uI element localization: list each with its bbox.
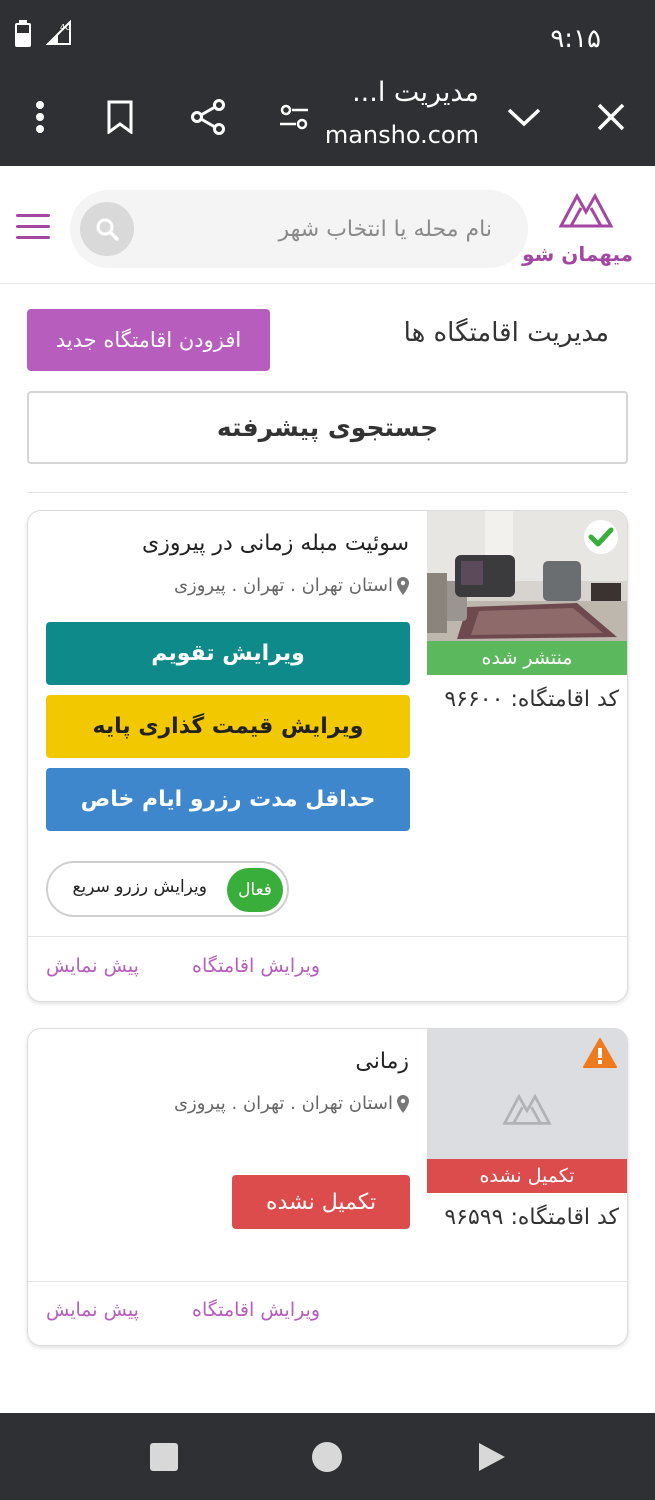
listing-code: کد اقامتگاه: ۹۶۶۰۰	[444, 687, 619, 712]
edit-calendar-button[interactable]: ویرایش تقویم	[46, 622, 410, 685]
listing-card: منتشر شده کد اقامتگاه: ۹۶۶۰۰ سوئیت مبله …	[27, 510, 628, 1002]
toggle-state[interactable]: فعال	[227, 868, 283, 912]
card-footer-divider	[28, 1281, 627, 1282]
menu-button[interactable]	[16, 214, 52, 242]
back-icon[interactable]	[475, 1441, 507, 1473]
published-check-icon	[584, 520, 618, 554]
code-label: کد اقامتگاه:	[510, 687, 619, 712]
listing-title[interactable]: سوئیت مبله زمانی در پیروزی	[142, 531, 409, 556]
home-icon[interactable]	[311, 1441, 343, 1473]
page-title-tab: مدیریت ا...	[352, 77, 479, 108]
edit-listing-link[interactable]: ویرایش اقامتگاه	[192, 1299, 320, 1321]
listing-location: استان تهران . تهران . پیروزی	[174, 575, 409, 596]
toggle-label: ویرایش رزرو سریع	[72, 877, 208, 897]
share-icon[interactable]	[186, 95, 230, 139]
edit-listing-link[interactable]: ویرایش اقامتگاه	[192, 955, 320, 977]
quick-reserve-toggle[interactable]: فعال ویرایش رزرو سریع	[46, 861, 289, 917]
page-heading: مدیریت اقامتگاه ها	[403, 318, 609, 348]
more-vertical-icon[interactable]	[18, 95, 62, 139]
chevron-down-icon[interactable]	[502, 95, 546, 139]
min-stay-button[interactable]: حداقل مدت رزرو ایام خاص	[46, 768, 410, 831]
listing-location: استان تهران . تهران . پیروزی	[174, 1093, 409, 1114]
code-value: ۹۶۵۹۹	[444, 1205, 504, 1230]
status-badge: منتشر شده	[427, 641, 627, 675]
code-label: کد اقامتگاه:	[510, 1205, 619, 1230]
listing-card: تکمیل نشده کد اقامتگاه: ۹۶۵۹۹ زمانی استا…	[27, 1028, 628, 1346]
url-display[interactable]: mansho.com	[325, 121, 479, 149]
warning-icon	[583, 1038, 617, 1068]
bookmark-icon[interactable]	[98, 95, 142, 139]
location-pin-icon	[397, 1094, 409, 1113]
status-bar: 4G ۹:۱۵	[0, 0, 655, 75]
location-pin-icon	[397, 576, 409, 595]
logo-mark-icon	[558, 192, 614, 228]
listing-photo-placeholder[interactable]	[427, 1029, 627, 1159]
search-input[interactable]	[162, 208, 492, 250]
location-text: استان تهران . تهران . پیروزی	[173, 575, 393, 596]
status-badge: تکمیل نشده	[427, 1159, 627, 1193]
network-type: 4G	[60, 23, 71, 32]
search-icon	[96, 218, 119, 241]
browser-toolbar: مدیریت ا... mansho.com	[0, 75, 655, 166]
listing-photo[interactable]	[427, 511, 627, 641]
search-box	[70, 190, 528, 268]
divider	[27, 492, 628, 493]
add-listing-button[interactable]: افزودن اقامتگاه جدید	[27, 309, 270, 371]
recents-icon[interactable]	[148, 1441, 180, 1473]
listing-code: کد اقامتگاه: ۹۶۵۹۹	[444, 1205, 619, 1230]
card-footer-divider	[28, 936, 627, 937]
page-settings-icon[interactable]	[272, 95, 316, 139]
clock: ۹:۱۵	[550, 24, 601, 54]
placeholder-logo-icon	[502, 1093, 552, 1125]
signal-icon: 4G	[46, 20, 71, 45]
search-button[interactable]	[80, 202, 134, 256]
code-value: ۹۶۶۰۰	[444, 687, 504, 712]
hamburger-icon	[16, 214, 50, 217]
battery-icon	[15, 20, 31, 47]
system-nav-bar	[0, 1413, 655, 1500]
edit-base-price-button[interactable]: ویرایش قیمت گذاری پایه	[46, 695, 410, 758]
close-icon[interactable]	[589, 95, 633, 139]
complete-listing-button[interactable]: تکمیل نشده	[232, 1175, 410, 1229]
advanced-search-button[interactable]: جستجوی پیشرفته	[27, 391, 628, 464]
app-header: میهمان شو	[0, 166, 655, 284]
listing-title[interactable]: زمانی	[355, 1049, 409, 1074]
preview-link[interactable]: پیش نمایش	[46, 955, 139, 977]
preview-link[interactable]: پیش نمایش	[46, 1299, 139, 1321]
logo-text: میهمان شو	[522, 242, 633, 266]
location-text: استان تهران . تهران . پیروزی	[173, 1093, 393, 1114]
